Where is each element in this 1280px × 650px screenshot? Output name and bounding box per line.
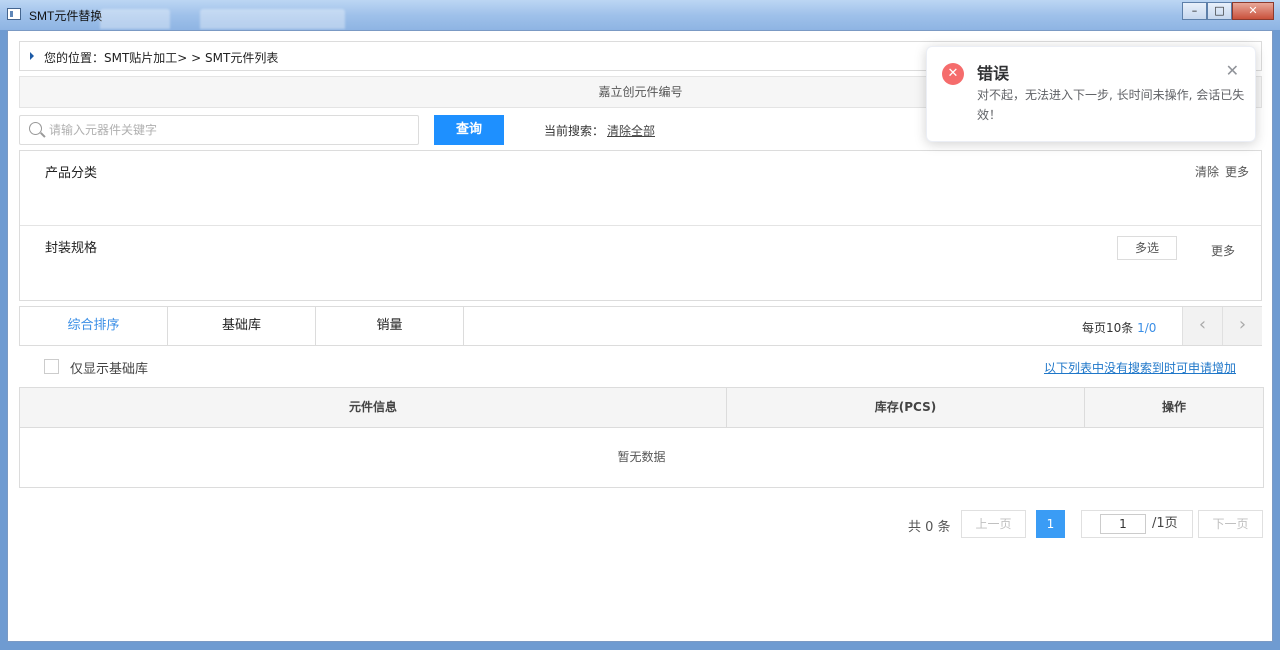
maximize-button[interactable]: □ [1207, 2, 1232, 20]
component-table: 元件信息 库存(PCS) 操作 暂无数据 [19, 387, 1264, 488]
notification-title: 错误 [977, 64, 1010, 83]
filter-row-package: 封装规格 多选 更多 [20, 226, 1261, 301]
background-tab-blur [100, 9, 170, 29]
column-header-stock: 库存(PCS) [727, 388, 1085, 427]
filter-panel: 产品分类 清除 更多 封装规格 多选 更多 [19, 150, 1262, 301]
request-add-link[interactable]: 以下列表中没有搜索到时可申请增加 [1044, 359, 1236, 376]
sort-tabs-bar: 综合排序 基础库 销量 每页10条 1/0 ‹ › [19, 306, 1262, 346]
category-label: 产品分类 [45, 166, 98, 181]
app-icon [7, 8, 21, 20]
window-controls: – □ ✕ [1182, 2, 1274, 20]
filter-row-category: 产品分类 清除 更多 [20, 151, 1261, 226]
search-icon [29, 122, 42, 135]
package-more-link[interactable]: 更多 [1211, 242, 1235, 259]
search-box[interactable] [19, 115, 419, 145]
background-tab-blur [200, 9, 345, 29]
package-label: 封装规格 [45, 241, 98, 256]
breadcrumb-text: 您的位置：SMT贴片加工> > SMT元件列表 [44, 51, 279, 65]
multi-select-button[interactable]: 多选 [1117, 236, 1177, 260]
column-header-actions: 操作 [1161, 400, 1186, 414]
page-number-1[interactable]: 1 [1036, 510, 1065, 538]
window-titlebar: SMT元件替换 – □ ✕ [0, 0, 1280, 30]
tab-basic-library[interactable]: 基础库 [168, 307, 316, 345]
category-more-link[interactable]: 更多 [1225, 163, 1249, 180]
close-window-button[interactable]: ✕ [1232, 2, 1274, 20]
page-jump-input[interactable] [1100, 514, 1146, 534]
error-notification: ✕ 错误 对不起，无法进入下一步, 长时间未操作, 会话已失效！ ✕ [926, 46, 1256, 142]
window-frame-bottom [0, 642, 1280, 650]
column-header-component-info: 元件信息 [20, 388, 727, 427]
basic-library-checkbox-label[interactable]: 仅显示基础库 [70, 358, 148, 377]
empty-state-text: 暂无数据 [617, 450, 666, 464]
table-header: 元件信息 库存(PCS) 操作 [20, 388, 1263, 428]
minimize-button[interactable]: – [1182, 2, 1207, 20]
basic-library-checkbox[interactable] [44, 359, 59, 374]
page-total-label: /1页 [1152, 516, 1178, 531]
chevron-right-icon[interactable]: › [1222, 307, 1262, 345]
page-jump: /1页 [1081, 510, 1193, 538]
page-indicator: 1/0 [1137, 321, 1157, 335]
tab-comprehensive[interactable]: 综合排序 [20, 307, 168, 345]
total-count: 共 0 条 [908, 520, 951, 535]
page-size-info: 每页10条 1/0 [1082, 319, 1156, 336]
tab-sales[interactable]: 销量 [316, 307, 464, 345]
close-icon[interactable]: ✕ [1226, 61, 1239, 80]
search-input[interactable] [49, 121, 409, 139]
window-title: SMT元件替换 [29, 9, 103, 23]
clear-all-link[interactable]: 清除全部 [607, 122, 655, 139]
error-icon: ✕ [942, 63, 964, 85]
page-size-label: 每页10条 [1082, 321, 1134, 335]
notification-message: 对不起，无法进入下一步, 长时间未操作, 会话已失效！ [977, 88, 1245, 122]
prev-page-button[interactable]: 上一页 [961, 510, 1026, 538]
chevron-left-icon[interactable]: ‹ [1182, 307, 1222, 345]
category-clear-link[interactable]: 清除 [1195, 163, 1219, 180]
query-button[interactable]: 查询 [434, 115, 504, 145]
next-page-button[interactable]: 下一页 [1198, 510, 1263, 538]
caret-right-icon [30, 52, 34, 60]
current-search-label: 当前搜索： [544, 124, 605, 138]
